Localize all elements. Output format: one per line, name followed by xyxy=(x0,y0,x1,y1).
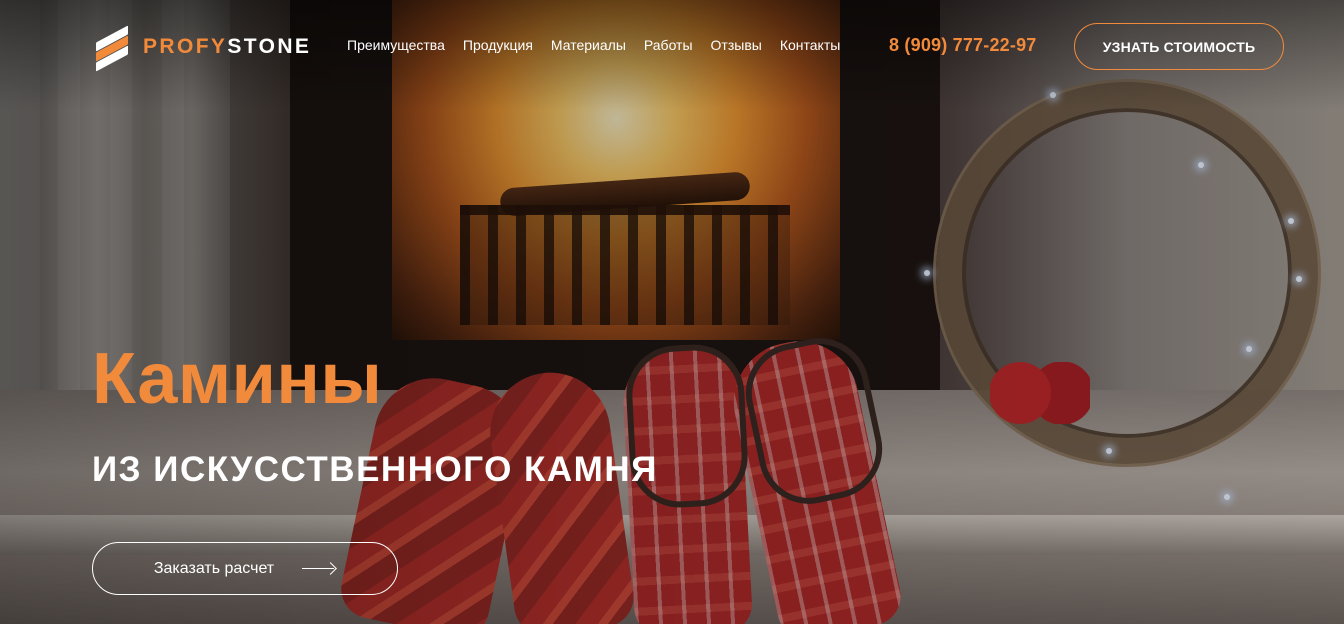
brand-name-part2: STONE xyxy=(227,35,312,58)
nav-item-advantages[interactable]: Преимущества xyxy=(347,37,445,53)
phone-link[interactable]: 8 (909) 777-22-97 xyxy=(889,35,1037,56)
order-calculation-button[interactable]: Заказать расчет xyxy=(92,542,398,595)
nav-item-reviews[interactable]: Отзывы xyxy=(711,37,762,53)
logo-mark-icon xyxy=(96,25,128,72)
hero-subtitle: ИЗ ИСКУССТВЕННОГО КАМНЯ xyxy=(92,450,658,489)
brand-name: PROFYSTONE xyxy=(143,35,311,59)
get-price-button[interactable]: УЗНАТЬ СТОИМОСТЬ xyxy=(1074,23,1284,70)
nav-item-materials[interactable]: Материалы xyxy=(551,37,626,53)
nav-item-works[interactable]: Работы xyxy=(644,37,693,53)
brand-name-part1: PROFY xyxy=(143,35,228,58)
nav-item-products[interactable]: Продукция xyxy=(463,37,533,53)
site-header: PROFYSTONE Преимущества Продукция Матери… xyxy=(0,0,1344,94)
hero-title: Камины xyxy=(92,339,383,419)
main-nav: Преимущества Продукция Материалы Работы … xyxy=(347,37,858,53)
brand-logo[interactable]: PROFYSTONE xyxy=(96,25,311,72)
order-calculation-label: Заказать расчет xyxy=(153,559,275,577)
nav-item-contacts[interactable]: Контакты xyxy=(780,37,840,53)
arrow-right-icon xyxy=(302,564,336,574)
